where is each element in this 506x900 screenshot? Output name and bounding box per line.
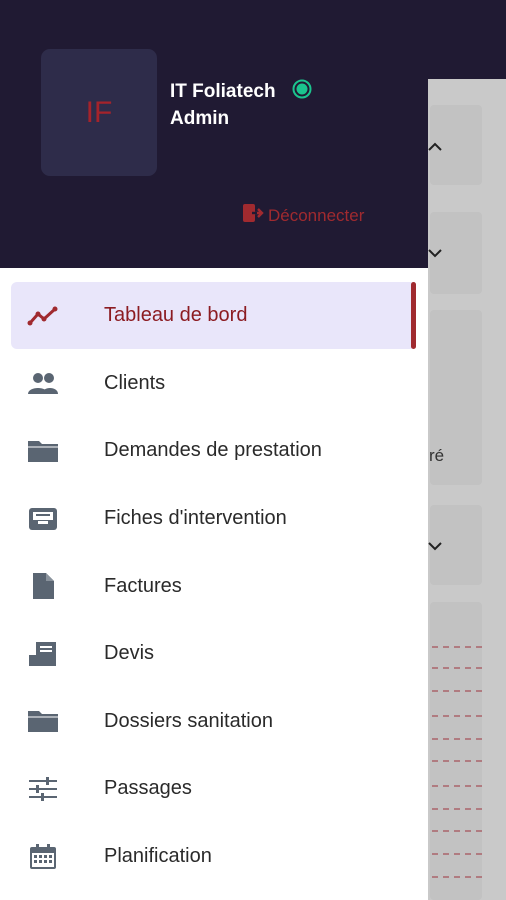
menu-item-fiches-d-intervention[interactable]: Fiches d'intervention — [0, 485, 428, 553]
document-icon — [26, 572, 60, 600]
avatar-initials: IF — [85, 95, 113, 129]
chevron-down-icon — [426, 537, 444, 555]
user-role: Admin — [170, 108, 230, 129]
navigation-drawer: IF IT Foliatech Admin Déconnecter Tablea… — [0, 0, 428, 900]
dashed-divider — [432, 853, 482, 855]
dashed-divider — [432, 690, 482, 692]
menu-item-passages[interactable]: Passages — [0, 755, 428, 823]
menu-item-dossiers-sanitation[interactable]: Dossiers sanitation — [0, 688, 428, 756]
users-icon — [26, 369, 60, 397]
menu-item-devis[interactable]: Devis — [0, 620, 428, 688]
menu-item-label: Clients — [104, 371, 166, 394]
logout-icon — [242, 203, 264, 228]
sliders-icon — [26, 775, 60, 803]
online-status-icon — [292, 79, 312, 99]
drawer-menu: Tableau de bord Clients Demandes de pres… — [0, 282, 428, 890]
menu-item-label: Planification — [104, 845, 212, 868]
dashed-divider — [432, 830, 482, 832]
menu-item-demandes-de-prestation[interactable]: Demandes de prestation — [0, 417, 428, 485]
dashed-divider — [432, 785, 482, 787]
drawer-header: IF IT Foliatech Admin Déconnecter — [0, 0, 428, 268]
menu-item-clients[interactable]: Clients — [0, 350, 428, 418]
receipt-icon — [26, 640, 60, 668]
logout-button[interactable]: Déconnecter — [242, 203, 364, 228]
active-indicator — [411, 282, 416, 349]
dashed-divider — [432, 760, 482, 762]
menu-item-label: Tableau de bord — [104, 304, 248, 327]
avatar: IF — [41, 49, 157, 176]
menu-item-label: Dossiers sanitation — [104, 709, 273, 732]
menu-item-label: Factures — [104, 574, 182, 597]
background-text: ré — [429, 446, 445, 465]
user-name: IT Foliatech — [170, 81, 276, 102]
chart-line-icon — [26, 302, 60, 330]
inbox-icon — [26, 505, 60, 533]
menu-item-label: Demandes de prestation — [104, 439, 322, 462]
menu-item-planification[interactable]: Planification — [0, 823, 428, 891]
dashed-divider — [432, 738, 482, 740]
dashed-divider — [432, 667, 482, 669]
logout-label: Déconnecter — [268, 205, 365, 225]
dashed-divider — [432, 808, 482, 810]
folder-icon — [26, 437, 60, 465]
dashed-divider — [432, 646, 482, 648]
menu-item-label: Devis — [104, 642, 155, 665]
menu-item-factures[interactable]: Factures — [0, 552, 428, 620]
menu-item-tableau-de-bord[interactable]: Tableau de bord — [0, 282, 428, 350]
calendar-icon — [26, 843, 60, 871]
folder-icon — [26, 707, 60, 735]
dashed-divider — [432, 876, 482, 878]
menu-item-label: Passages — [104, 777, 192, 800]
dashed-divider — [432, 715, 482, 717]
chevron-down-icon — [426, 244, 444, 262]
menu-item-label: Fiches d'intervention — [104, 507, 287, 530]
chevron-up-icon — [426, 138, 444, 156]
